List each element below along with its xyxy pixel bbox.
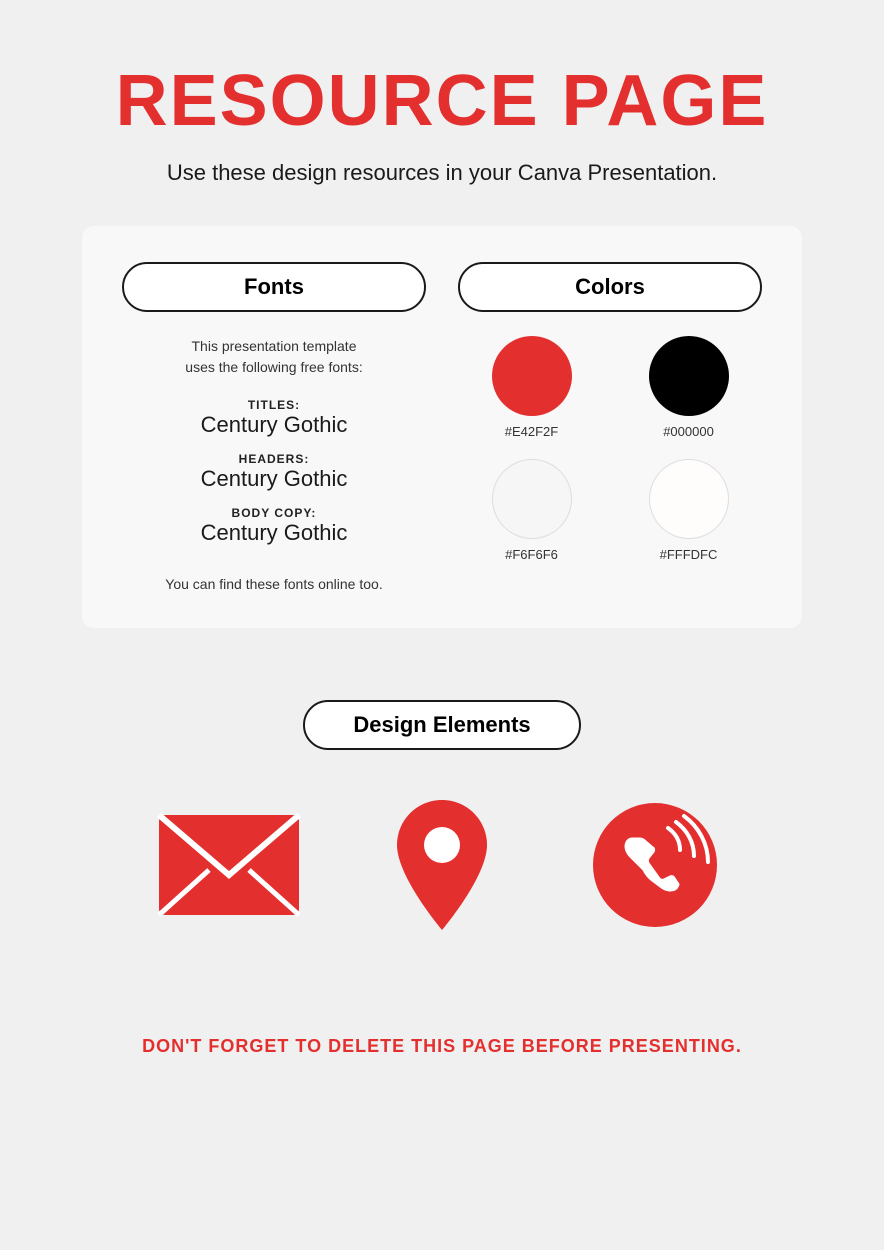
color-item-lightgray: #F6F6F6 (468, 459, 595, 562)
color-item-white: #FFFDFC (625, 459, 752, 562)
mail-icon (149, 800, 309, 930)
color-item-black: #000000 (625, 336, 752, 439)
design-elements-card: Design Elements (82, 664, 802, 990)
color-circle-white (649, 459, 729, 539)
color-item-red: #E42F2F (468, 336, 595, 439)
footer-warning: DON'T FORGET TO DELETE THIS PAGE BEFORE … (142, 1036, 742, 1057)
font-name-titles: Century Gothic (201, 412, 348, 438)
color-circle-black (649, 336, 729, 416)
fonts-label: Fonts (122, 262, 426, 312)
color-hex-black: #000000 (663, 424, 714, 439)
font-label-titles: TITLES: (201, 398, 348, 412)
color-hex-white: #FFFDFC (660, 547, 718, 562)
page-title: RESOURCE PAGE (116, 60, 769, 142)
font-item-body: BODY COPY: Century Gothic (201, 506, 348, 546)
color-circle-lightgray (492, 459, 572, 539)
colors-label: Colors (458, 262, 762, 312)
colors-grid: #E42F2F #000000 #F6F6F6 #FFFDFC (458, 336, 762, 562)
color-hex-lightgray: #F6F6F6 (505, 547, 558, 562)
font-name-headers: Century Gothic (201, 466, 348, 492)
font-item-headers: HEADERS: Century Gothic (201, 452, 348, 492)
font-label-body: BODY COPY: (201, 506, 348, 520)
color-circle-red (492, 336, 572, 416)
colors-section: Colors #E42F2F #000000 #F6F6F6 #FFFDFC (458, 262, 762, 592)
font-item-titles: TITLES: Century Gothic (201, 398, 348, 438)
phone-icon (575, 800, 735, 930)
design-elements-label: Design Elements (303, 700, 580, 750)
fonts-description: This presentation template uses the foll… (185, 336, 362, 378)
location-pin-icon (362, 800, 522, 930)
font-label-headers: HEADERS: (201, 452, 348, 466)
fonts-footer: You can find these fonts online too. (165, 576, 382, 592)
color-hex-red: #E42F2F (505, 424, 558, 439)
font-name-body: Century Gothic (201, 520, 348, 546)
page-subtitle: Use these design resources in your Canva… (167, 160, 717, 186)
fonts-colors-card: Fonts This presentation template uses th… (82, 226, 802, 628)
icons-row (122, 800, 762, 930)
fonts-section: Fonts This presentation template uses th… (122, 262, 426, 592)
